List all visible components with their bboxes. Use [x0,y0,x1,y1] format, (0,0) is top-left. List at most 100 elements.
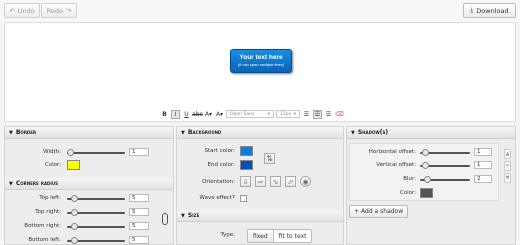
corners-title: Corners radius [15,180,58,187]
slider-handle[interactable] [71,237,78,244]
border-section-header[interactable]: ▼ Border [5,127,173,139]
strikethrough-button[interactable]: abc [192,110,203,119]
shadow-title: Shadow(s) [357,129,389,136]
italic-button[interactable]: I [171,109,180,119]
vertical-offset-label: Vertical offset: [376,162,416,168]
format-bar: B I U abc A▾ A▾ Open Sans ▾ 12px ▾ ☰ ☰ ☰… [160,109,344,119]
border-width-input[interactable]: 1 [129,148,149,156]
preview-canvas: Your text here (it can span multiple lin… [4,22,516,122]
swap-colors-icon[interactable]: ⇅ [264,153,275,164]
align-left-button[interactable]: ☰ [302,110,311,119]
vertical-offset-slider[interactable] [420,162,470,169]
border-color-label: Color: [44,162,61,168]
caret-down-icon: ▼ [351,129,355,136]
font-size-select[interactable]: 12px ▾ [276,110,300,118]
start-color-swatch[interactable] [240,146,253,156]
shadow-panel: ▼ Shadow(s) Horizontal offset: 1 Vertica… [346,126,516,245]
redo-button[interactable]: Redo ↷ [41,3,77,18]
underline-button[interactable]: U [182,110,191,119]
add-shadow-button[interactable]: + Add a shadow [349,205,409,218]
caret-down-icon: ▼ [9,180,13,187]
orientation-right-icon[interactable]: ⇨ [255,176,266,187]
corner-bottom-right-slider[interactable] [67,223,125,230]
shadow-move-down-icon[interactable]: ▼ [504,173,511,183]
download-button[interactable]: ⤓ Download [463,3,516,18]
align-right-icon: ☰ [325,110,332,118]
top-toolbar: ↶ Undo Redo ↷ ⤓ Download [0,0,520,22]
undo-button[interactable]: ↶ Undo [4,3,40,18]
undo-icon: ↶ [9,6,15,15]
caret-down-icon: ▼ [181,212,185,219]
bold-button[interactable]: B [160,110,169,119]
shadow-color-swatch[interactable] [420,188,433,198]
end-color-label: End color: [207,162,236,168]
orientation-radial-icon[interactable]: ◉ [300,176,311,187]
shadow-section-header[interactable]: ▼ Shadow(s) [347,127,515,139]
preview-text-sub: (it can span multiple lines) [237,62,285,67]
size-type-label: Type: [220,232,236,238]
clear-format-icon: ⌫ [335,110,344,118]
align-center-button[interactable]: ☰ [313,109,322,119]
download-label: Download [476,6,509,15]
vertical-offset-input[interactable]: 1 [474,161,492,169]
horizontal-offset-input[interactable]: 1 [474,148,492,156]
shadow-remove-icon[interactable]: ✕ [504,161,511,171]
caret-down-icon: ▼ [181,129,185,136]
chevron-down-icon: ▾ [267,111,270,117]
align-center-icon: ☰ [314,110,321,118]
border-title: Border [15,129,37,136]
text-shadow-button[interactable]: A▾ [215,110,224,119]
background-panel: ▼ Background Start color: End color: ⇅ O… [176,126,344,245]
corners-section-header[interactable]: ▼ Corners radius [5,178,173,190]
size-section-header[interactable]: ▼ Size [177,210,343,222]
plus-icon: + [354,208,360,215]
size-type-toggle: fixed fit to text [247,229,313,243]
corner-bottom-left-label: Bottom left: [28,237,61,243]
corner-top-right-input[interactable]: 5 [129,208,149,216]
undo-label: Undo [17,6,35,15]
slider-handle[interactable] [422,149,429,156]
slider-handle[interactable] [67,149,74,156]
clear-format-button[interactable]: ⌫ [335,110,344,119]
wave-effect-checkbox[interactable] [240,195,247,202]
border-panel: ▼ Border Width: 1 Color: ▼ Corners radiu… [4,126,174,245]
download-icon: ⤓ [470,6,474,14]
font-select-value: Open Sans [230,111,255,117]
horizontal-offset-slider[interactable] [420,149,470,156]
border-width-slider[interactable] [67,149,125,156]
corner-bottom-right-input[interactable]: 5 [129,222,149,230]
slider-handle[interactable] [424,176,431,183]
corner-top-right-slider[interactable] [67,209,125,216]
orientation-diagonal-up-icon[interactable]: ⬀ [285,176,296,187]
wave-effect-label: Wave effect? [199,195,235,201]
blur-slider[interactable] [420,176,470,183]
caret-down-icon: ▼ [9,129,13,136]
orientation-down-icon[interactable]: ⇩ [240,176,251,187]
orientation-diagonal-down-icon[interactable]: ⬂ [270,176,281,187]
corner-bottom-left-input[interactable]: 5 [129,236,149,244]
corner-bottom-left-slider[interactable] [67,237,125,244]
link-corners-icon[interactable] [162,213,168,225]
slider-handle[interactable] [422,162,429,169]
background-section-header[interactable]: ▼ Background [177,127,343,139]
font-select[interactable]: Open Sans ▾ [226,110,274,118]
size-fixed-option[interactable]: fixed [248,230,273,242]
slider-handle[interactable] [71,209,78,216]
shadow-move-up-icon[interactable]: ▲ [504,149,511,159]
size-fit-option[interactable]: fit to text [272,230,312,242]
blur-input[interactable]: 2 [474,175,492,183]
shadow-item: Horizontal offset: 1 Vertical offset: 1 … [349,143,499,201]
slider-handle[interactable] [71,223,78,230]
align-right-button[interactable]: ☰ [324,110,333,119]
redo-icon: ↷ [65,6,72,15]
text-color-button[interactable]: A▾ [204,110,213,119]
align-left-icon: ☰ [303,110,310,118]
corner-top-left-input[interactable]: 5 [129,194,149,202]
border-color-swatch[interactable] [67,160,80,170]
horizontal-offset-label: Horizontal offset: [368,149,416,155]
text-shadow-icon: A▾ [215,110,224,118]
end-color-swatch[interactable] [240,160,253,170]
corner-top-left-slider[interactable] [67,195,125,202]
preview-button[interactable]: Your text here (it can span multiple lin… [230,49,292,73]
slider-handle[interactable] [71,195,78,202]
